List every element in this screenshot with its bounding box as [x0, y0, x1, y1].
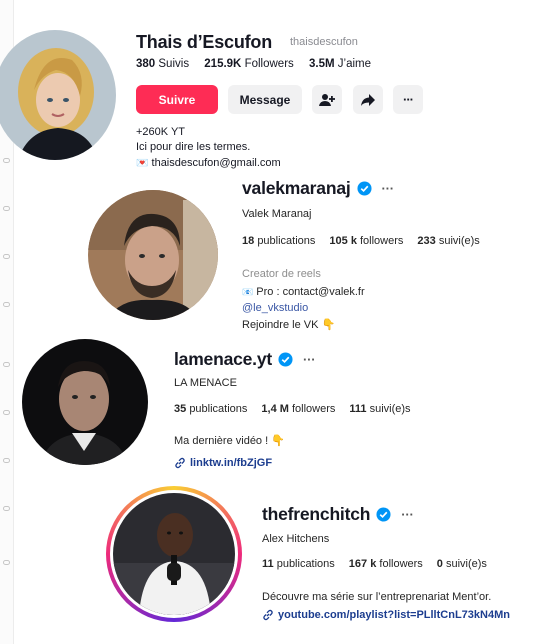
- following-count[interactable]: 380: [136, 58, 155, 70]
- thefrenchitch-avatar[interactable]: [113, 493, 235, 615]
- pointing-down-icon: 👇: [271, 435, 285, 447]
- tiktok-handle: thaisdescufon: [290, 36, 358, 48]
- email-icon: 📧: [242, 287, 254, 297]
- valek-mention-link[interactable]: @le_vkstudio: [242, 302, 308, 314]
- thefrenchitch-link[interactable]: youtube.com/playlist?list=PLlltCnL73kN4M…: [262, 609, 510, 621]
- message-button[interactable]: Message: [228, 85, 302, 114]
- publications-count: 35: [174, 403, 187, 415]
- thefrenchitch-bio-line: Découvre ma série sur l’entreprenariat M…: [262, 591, 492, 603]
- sidebar-icon[interactable]: [3, 362, 10, 367]
- verified-badge-icon: [278, 352, 293, 367]
- thefrenchitch-full-name: Alex Hitchens: [262, 533, 330, 545]
- sidebar-icon[interactable]: [3, 158, 10, 163]
- share-icon[interactable]: [353, 85, 383, 114]
- valek-stats: 18 publications 105 k followers 233 suivi(…: [242, 235, 480, 247]
- link-icon: [263, 609, 273, 621]
- publications-count: 18: [242, 235, 255, 247]
- love-letter-icon: 💌: [136, 158, 149, 169]
- followers-label: Followers: [244, 58, 294, 70]
- more-options-icon[interactable]: ···: [401, 507, 414, 522]
- sidebar-icon[interactable]: [3, 506, 10, 511]
- more-options-icon[interactable]: ···: [382, 181, 395, 196]
- more-options-icon[interactable]: ···: [393, 85, 423, 114]
- tiktok-email: 💌 thaisdescufon@gmail.com: [136, 157, 281, 169]
- valek-bio-line: Rejoindre le VK 👇: [242, 319, 336, 331]
- likes-label: J’aime: [337, 58, 372, 70]
- thefrenchitch-username[interactable]: thefrenchitch: [262, 504, 370, 525]
- tiktok-bio-line: +260K YT: [136, 126, 186, 138]
- valek-category: Creator de reels: [242, 268, 321, 280]
- pointing-down-icon: 👇: [321, 319, 336, 331]
- valek-username[interactable]: valekmaranaj: [242, 178, 351, 199]
- thefrenchitch-username-row: thefrenchitch ···: [262, 504, 414, 525]
- lamenace-stats: 35 publications 1,4 M followers 111 suivi(…: [174, 403, 411, 415]
- lamenace-full-name: LA MENACE: [174, 377, 237, 389]
- valek-username-row: valekmaranaj ···: [242, 178, 394, 199]
- lamenace-username-row: lamenace.yt ···: [174, 349, 316, 370]
- verified-badge-icon: [376, 507, 391, 522]
- followers-count[interactable]: 105 k: [329, 235, 357, 247]
- tiktok-bio-line: Ici pour dire les termes.: [136, 141, 251, 153]
- following-count[interactable]: 0: [437, 558, 443, 570]
- valek-avatar[interactable]: [88, 190, 218, 320]
- follow-button[interactable]: Suivre: [136, 85, 218, 114]
- valek-full-name: Valek Maranaj: [242, 208, 312, 220]
- verified-badge-icon: [356, 181, 372, 196]
- sidebar-icon[interactable]: [3, 254, 10, 259]
- link-icon: [175, 457, 185, 469]
- add-friend-icon[interactable]: [312, 85, 342, 114]
- following-count[interactable]: 111: [349, 403, 366, 415]
- tiktok-avatar[interactable]: [0, 30, 116, 160]
- tiktok-display-name: Thais d’Escufon: [136, 32, 273, 52]
- followers-count[interactable]: 167 k: [349, 558, 377, 570]
- lamenace-avatar[interactable]: [22, 339, 148, 465]
- email-text: thaisdescufon@gmail.com: [151, 157, 281, 169]
- lamenace-bio-line: Ma dernière vidéo ! 👇: [174, 435, 285, 447]
- thefrenchitch-stats: 11 publications 167 k followers 0 suivi(e)…: [262, 558, 487, 570]
- sidebar-icon[interactable]: [3, 458, 10, 463]
- publications-count: 11: [262, 558, 274, 570]
- followers-count[interactable]: 215.9K: [204, 58, 241, 70]
- following-count[interactable]: 233: [417, 235, 435, 247]
- likes-count: 3.5M: [309, 58, 335, 70]
- following-label: Suivis: [158, 58, 190, 70]
- sidebar-icon[interactable]: [3, 560, 10, 565]
- sidebar-icon[interactable]: [3, 410, 10, 415]
- sidebar-icon[interactable]: [3, 206, 10, 211]
- tiktok-stats: 380 Suivis 215.9K Followers 3.5M J’aime: [136, 58, 371, 70]
- valek-bio-line: 📧 Pro : contact@valek.fr: [242, 286, 365, 298]
- lamenace-link[interactable]: linktw.in/fbZjGF: [174, 457, 272, 469]
- lamenace-username[interactable]: lamenace.yt: [174, 349, 272, 370]
- thefrenchitch-story-ring[interactable]: [106, 486, 242, 622]
- more-options-icon[interactable]: ···: [303, 352, 316, 367]
- followers-count[interactable]: 1,4 M: [261, 403, 289, 415]
- sidebar-icon[interactable]: [3, 302, 10, 307]
